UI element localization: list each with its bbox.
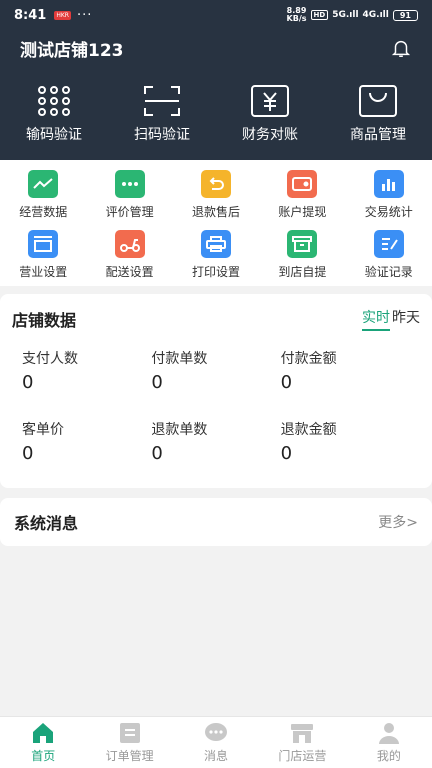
- grid-label: 验证记录: [364, 265, 413, 279]
- grid-label: 到店自提: [278, 265, 327, 279]
- orders-icon: [119, 723, 140, 743]
- stat-label: 付款金额: [280, 351, 337, 367]
- grid-label: 经营数据: [19, 205, 68, 219]
- grid-label: 退款售后: [191, 205, 240, 219]
- status-time: 8:41: [14, 7, 47, 23]
- stat-avg-order: 客单价 0: [22, 419, 151, 464]
- network-speed: 8.89 KB/s: [287, 7, 307, 23]
- stat-refund-amount: 退款金额 0: [281, 419, 410, 464]
- tab-orders[interactable]: 订单管理: [86, 717, 172, 768]
- grid-label: 营业设置: [19, 265, 68, 279]
- store-data-title: 店铺数据: [12, 311, 77, 330]
- grid-item-delivery-settings[interactable]: 配送设置: [86, 230, 172, 280]
- keypad-verify-button[interactable]: 输码验证: [0, 84, 108, 144]
- comment-icon: [114, 170, 145, 198]
- stat-value: 0: [280, 443, 293, 464]
- finance-icon: [251, 85, 289, 117]
- stat-paid-orders: 付款单数 0: [151, 348, 280, 393]
- finance-button[interactable]: 财务对账: [216, 84, 324, 144]
- grid-item-refund[interactable]: 退款售后: [173, 170, 259, 220]
- grid-label: 账户提现: [278, 205, 327, 219]
- stat-value: 0: [280, 372, 293, 393]
- product-manage-button[interactable]: 商品管理: [324, 84, 432, 144]
- message-icon: [205, 723, 228, 741]
- grid-item-business-data[interactable]: 经营数据: [0, 170, 86, 220]
- tab-label: 我的: [376, 749, 401, 763]
- scan-icon: [144, 86, 180, 116]
- scan-verify-label: 扫码验证: [134, 127, 190, 143]
- stat-label: 退款单数: [151, 422, 208, 438]
- printer-icon: [200, 230, 231, 258]
- grid-label: 打印设置: [191, 265, 240, 279]
- time-range-toggle: 实时 昨天: [362, 307, 420, 331]
- home-icon: [33, 723, 54, 743]
- grid-item-trade-stats[interactable]: 交易统计: [346, 170, 432, 220]
- tab-messages[interactable]: 消息: [173, 717, 259, 768]
- tab-profile[interactable]: 我的: [346, 717, 432, 768]
- system-messages-card[interactable]: 系统消息 更多>: [0, 498, 432, 546]
- grid-item-print-settings[interactable]: 打印设置: [173, 230, 259, 280]
- grid-item-pickup[interactable]: 到店自提: [259, 230, 345, 280]
- finance-label: 财务对账: [242, 127, 298, 143]
- grid-label: 交易统计: [364, 205, 413, 219]
- system-messages-title: 系统消息: [14, 514, 79, 533]
- bell-icon[interactable]: [390, 37, 412, 59]
- keypad-icon: [38, 86, 70, 116]
- tab-realtime[interactable]: 实时: [362, 307, 390, 331]
- grid-item-verify-records[interactable]: 验证记录: [346, 230, 432, 280]
- stat-label: 退款金额: [280, 422, 337, 438]
- chart-icon: [28, 170, 59, 198]
- stat-paid-amount: 付款金额 0: [281, 348, 410, 393]
- refund-icon: [200, 170, 231, 198]
- shop-icon: [291, 724, 314, 743]
- tab-home[interactable]: 首页: [0, 717, 86, 768]
- tab-label: 首页: [31, 749, 56, 763]
- stat-label: 付款单数: [151, 351, 208, 367]
- tab-label: 消息: [204, 749, 229, 763]
- more-notifications-icon: ···: [76, 7, 93, 23]
- grid-item-withdraw[interactable]: 账户提现: [259, 170, 345, 220]
- tab-label: 门店运营: [278, 749, 327, 763]
- tab-label: 订单管理: [105, 749, 154, 763]
- stat-payers: 支付人数 0: [22, 348, 151, 393]
- stat-value: 0: [151, 443, 163, 464]
- tab-store-ops[interactable]: 门店运营: [259, 717, 345, 768]
- tab-yesterday[interactable]: 昨天: [392, 307, 420, 331]
- profile-icon: [378, 723, 399, 744]
- bag-icon: [359, 85, 397, 117]
- notification-badge: HKR: [54, 10, 71, 20]
- grid-label: 评价管理: [105, 205, 154, 219]
- grid-item-business-settings[interactable]: 营业设置: [0, 230, 86, 280]
- keypad-verify-label: 输码验证: [26, 127, 82, 143]
- signal-4g-icon: 4G.ıll: [362, 10, 389, 20]
- stat-label: 客单价: [22, 422, 64, 438]
- grid-item-reviews[interactable]: 评价管理: [86, 170, 172, 220]
- shop-name: 测试店铺123: [20, 40, 124, 61]
- product-manage-label: 商品管理: [350, 127, 406, 143]
- store-data-card: 店铺数据 实时 昨天 支付人数 0 付款单数 0 付款金额 0 客单价 0 退款…: [0, 294, 432, 488]
- stat-value: 0: [22, 443, 34, 464]
- stat-value: 0: [151, 372, 163, 393]
- bottom-tab-bar: 首页 订单管理 消息 门店运营 我的: [0, 716, 432, 768]
- signal-5g-icon: 5G.ıll: [332, 10, 359, 20]
- status-bar: 8:41 HKR ··· 8.89 KB/s HD 5G.ıll 4G.ıll …: [0, 0, 432, 30]
- box-icon: [287, 230, 318, 258]
- more-link[interactable]: 更多>: [378, 512, 418, 532]
- feature-grid: 经营数据 评价管理 退款售后 账户提现 交易统计 营业设置 配送设置 打印设置 …: [0, 160, 432, 286]
- header: 8:41 HKR ··· 8.89 KB/s HD 5G.ıll 4G.ıll …: [0, 0, 432, 160]
- hd-icon: HD: [310, 10, 329, 20]
- speed-unit: KB/s: [286, 14, 307, 23]
- scooter-icon: [114, 230, 145, 258]
- stat-value: 0: [22, 372, 34, 393]
- wallet-icon: [287, 170, 318, 198]
- stat-refund-orders: 退款单数 0: [151, 419, 280, 464]
- scan-verify-button[interactable]: 扫码验证: [108, 84, 216, 144]
- grid-label: 配送设置: [105, 265, 154, 279]
- record-icon: [373, 230, 404, 258]
- battery-icon: 91: [392, 9, 418, 21]
- bar-stats-icon: [373, 170, 404, 198]
- stat-label: 支付人数: [22, 351, 78, 367]
- store-icon: [28, 230, 59, 258]
